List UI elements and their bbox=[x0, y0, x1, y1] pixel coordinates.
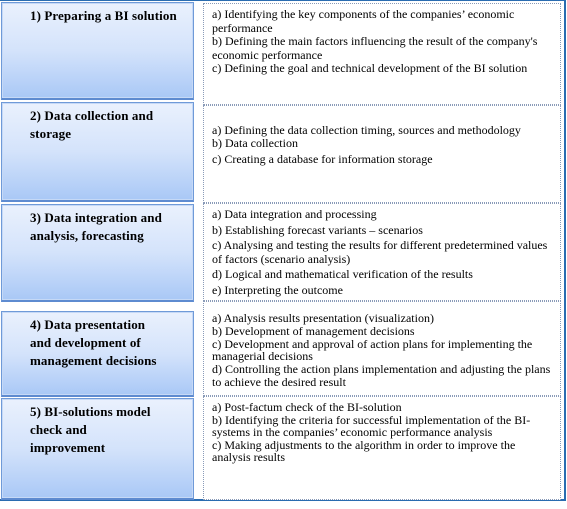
detail-item: a) Post-factum check of the BI-solution bbox=[212, 400, 402, 414]
stage-details-3: a) Data integration and processing b) Es… bbox=[203, 203, 561, 301]
stage-details-5: a) Post-factum check of the BI-solution … bbox=[203, 396, 561, 500]
stage-title: 5) BI-solutions model check and improvem… bbox=[30, 404, 151, 455]
stage-box-5: 5) BI-solutions model check and improvem… bbox=[1, 398, 194, 500]
detail-item: c) Creating a database for information s… bbox=[212, 152, 433, 166]
stage-title: 4) Data presentation and development of … bbox=[30, 317, 157, 368]
stage-title: 1) Preparing a BI solution bbox=[30, 8, 177, 23]
detail-item: c) Making adjustments to the algorithm i… bbox=[212, 437, 516, 464]
detail-item: c) Development and approval of action pl… bbox=[212, 336, 533, 364]
stage-title: 3) Data integration and analysis, foreca… bbox=[30, 210, 162, 243]
detail-list: a) Analysis results presentation (visual… bbox=[212, 312, 556, 389]
stage-details-4: a) Analysis results presentation (visual… bbox=[203, 301, 561, 396]
detail-item: b) Identifying the criteria for successf… bbox=[212, 412, 531, 439]
detail-list: a) Data integration and processing b) Es… bbox=[212, 207, 556, 299]
detail-item: a) Defining the data collection timing, … bbox=[212, 123, 521, 137]
detail-item: a) Identifying the key components of the… bbox=[212, 7, 515, 35]
stage-title: 2) Data collection and storage bbox=[30, 108, 154, 141]
detail-item: d) Logical and mathematical verification… bbox=[212, 267, 473, 281]
detail-item: a) Data integration and processing bbox=[212, 207, 377, 221]
detail-item: a) Analysis results presentation (visual… bbox=[212, 311, 434, 325]
stage-details-2: a) Defining the data collection timing, … bbox=[203, 105, 561, 203]
detail-item: b) Data collection bbox=[212, 135, 298, 150]
detail-list: a) Defining the data collection timing, … bbox=[212, 124, 556, 166]
detail-list: a) Post-factum check of the BI-solution … bbox=[212, 401, 556, 464]
detail-item: c) Defining the goal and technical devel… bbox=[212, 61, 528, 75]
stage-box-4: 4) Data presentation and development of … bbox=[1, 311, 194, 397]
stage-details-1: a) Identifying the key components of the… bbox=[203, 3, 561, 105]
detail-item: b) Defining the main factors influencing… bbox=[212, 34, 538, 62]
detail-item: b) Establishing forecast variants – scen… bbox=[212, 222, 423, 237]
detail-item: d) Controlling the action plans implemen… bbox=[212, 362, 551, 389]
detail-item: c) Analysing and testing the results for… bbox=[212, 238, 548, 266]
stage-box-1: 1) Preparing a BI solution bbox=[1, 2, 194, 100]
detail-item: e) Interpreting the outcome bbox=[212, 282, 343, 297]
stage-box-2: 2) Data collection and storage bbox=[1, 102, 194, 202]
stage-box-3: 3) Data integration and analysis, foreca… bbox=[1, 204, 194, 302]
detail-list: a) Identifying the key components of the… bbox=[212, 7, 556, 76]
detail-item: b) Development of management decisions bbox=[212, 323, 415, 338]
